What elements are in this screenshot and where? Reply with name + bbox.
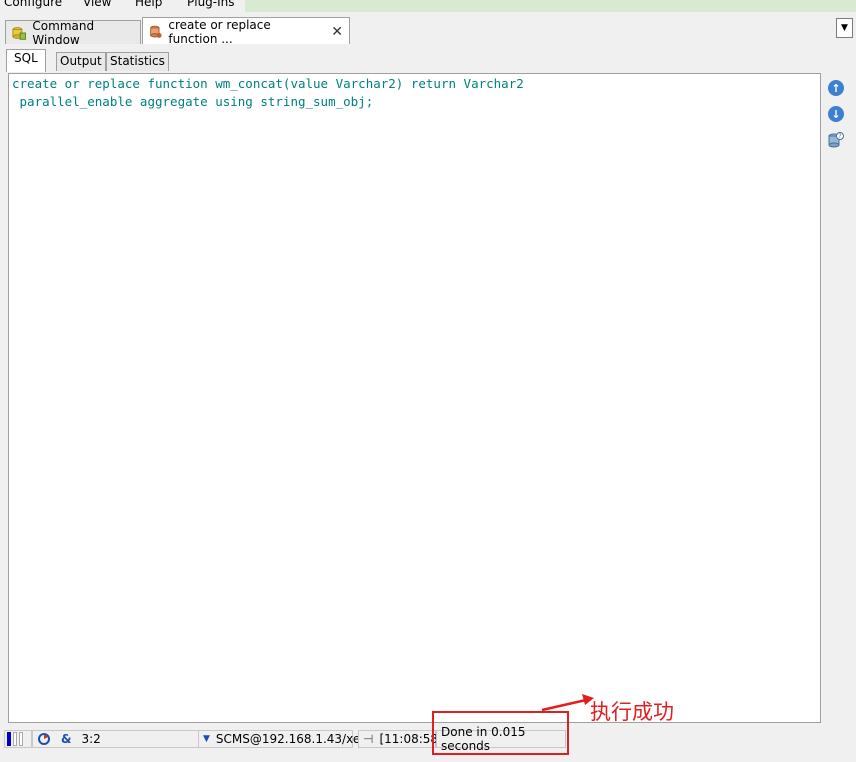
menu-bar: Configure View Help Plug-Ins [0,0,856,12]
substitution-ampersand: & [61,732,72,746]
menu-configure[interactable]: Configure [4,0,62,9]
blue-indicator [7,732,11,746]
tab-list-dropdown-button[interactable]: ▼ [836,18,853,38]
menu-bar-filler [245,0,856,12]
gray-indicator [19,732,23,746]
annotation-arrow-icon [541,694,594,712]
sql-editor[interactable]: create or replace function wm_concat(val… [8,73,821,723]
tab-command-window-label: Command Window [32,18,95,47]
pin-icon: ⊣ [363,732,374,746]
menu-view[interactable]: View [83,0,111,9]
tab-sql[interactable]: SQL [6,49,46,72]
execution-time: [11:08:58 [379,732,439,746]
code-line: create or replace function wm_concat(val… [12,76,524,91]
menu-plug-ins[interactable]: Plug-Ins [187,0,235,9]
tab-create-or-replace-function[interactable]: create or replace function ... ✕ [142,17,350,46]
refresh-icon[interactable] [37,732,51,746]
command-window-icon [12,26,26,40]
down-arrow-icon[interactable]: ↓ [828,106,844,122]
annotation-label: 执行成功 [590,700,674,724]
document-tab-strip: Command Window create or replace functio… [0,14,856,47]
tab-statistics[interactable]: Statistics [106,52,169,71]
gray-indicator [13,732,17,746]
status-bar: & 3:2 ▼ SCMS@192.168.1.43/xe ⊣ [11:08:58… [0,725,856,753]
status-message: Done in 0.015 seconds [436,725,566,753]
sql-window-panel: SQL Output Statistics create or replace … [3,44,855,728]
database-info-icon[interactable]: ? [828,132,844,148]
status-message-text: Done in 0.015 seconds [441,725,526,753]
connection-dropdown-icon[interactable]: ▼ [203,734,210,744]
tab-output[interactable]: Output [56,52,106,71]
cursor-position: 3:2 [81,732,101,746]
menu-help[interactable]: Help [135,0,162,9]
tab-command-window[interactable]: Command Window [5,18,141,47]
code-line: parallel_enable aggregate using string_s… [12,94,374,109]
close-tab-icon[interactable]: ✕ [331,24,343,40]
status-connection[interactable]: ▼ SCMS@192.168.1.43/xe [198,730,360,748]
editor-side-toolbar: ↑ ↓ ? [825,80,847,151]
tab-active-label: create or replace function ... [168,17,271,46]
sql-window-icon [150,25,162,38]
connection-label: SCMS@192.168.1.43/xe [215,732,361,746]
status-indicator [4,730,32,748]
svg-text:?: ? [838,133,841,140]
up-arrow-icon[interactable]: ↑ [828,80,844,96]
status-time: ⊣ [11:08:58 [358,730,439,748]
